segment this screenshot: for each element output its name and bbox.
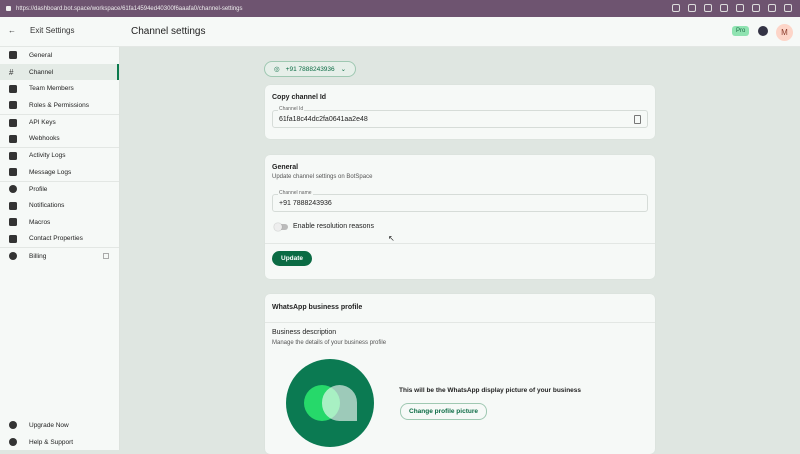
user-icon [9,185,17,194]
change-profile-picture-button[interactable]: Change profile picture [400,403,487,420]
section-subtitle: Manage the details of your business prof… [272,340,387,346]
channel-name-value: +91 7888243936 [279,199,332,207]
list-icon [9,151,17,160]
profile-picture [286,359,374,447]
sidebar-item-channel[interactable]: # Channel [0,63,119,81]
sidebar-item-webhooks[interactable]: Webhooks [0,130,119,147]
sidebar-item-team-members[interactable]: Team Members [0,80,119,97]
top-bar [0,17,800,47]
sidebar-item-general[interactable]: General [0,47,119,64]
card-title: Copy channel Id [272,94,327,101]
dark-mode-toggle-icon[interactable] [758,26,768,36]
channel-select[interactable]: ◎ +91 7888243936 ⌄ [264,61,357,77]
rocket-icon [9,421,17,430]
team-icon [9,84,17,93]
browser-url-bar[interactable]: https://dashboard.bot.space/workspace/61… [0,0,800,17]
sidebar-item-roles[interactable]: Roles & Permissions [0,97,119,114]
section-title: Business description [272,329,337,336]
exit-settings-button[interactable]: ← Exit Settings [8,26,74,35]
card-subtitle: Update channel settings on BotSpace [272,174,373,180]
help-support-link[interactable]: Help & Support [0,434,120,451]
sidebar-item-api-keys[interactable]: API Keys [0,113,119,131]
arrow-left-icon: ← [8,26,16,35]
toggle-label: Enable resolution reasons [293,223,374,230]
sidebar-item-activity-logs[interactable]: Activity Logs [0,147,119,164]
external-link-icon [103,253,109,260]
field-label: Channel Id [278,106,305,112]
page-title: Channel settings [131,26,206,37]
help-icon [9,438,17,447]
sidebar-item-billing[interactable]: Billing [0,247,119,264]
webhook-icon [9,134,17,143]
sidebar: General # Channel Team Members Roles & Pe… [0,47,120,450]
mouse-cursor-icon: ↖ [388,234,395,243]
pro-badge: Pro [732,26,750,36]
log-icon [9,168,17,177]
channel-id-value: 61fa18c44dc2fa0641aa2e48 [279,115,368,123]
url-text: https://dashboard.bot.space/workspace/61… [16,5,243,12]
briefcase-icon [9,51,17,60]
api-icon [9,118,17,127]
field-label: Channel name [278,190,313,196]
card-title: General [272,164,299,171]
dollar-icon [9,252,17,261]
bell-icon [9,201,17,210]
sidebar-item-macros[interactable]: Macros [0,214,119,231]
sidebar-item-contact-properties[interactable]: Contact Properties [0,231,119,248]
lock-icon [9,101,17,110]
channel-id-field[interactable]: Channel Id 61fa18c44dc2fa0641aa2e48 [272,106,648,128]
channel-name-input[interactable]: Channel name +91 7888243936 [272,190,648,212]
card-title: WhatsApp business profile [272,304,363,311]
contact-icon [9,234,17,243]
hash-icon: # [9,68,14,78]
whatsapp-profile-card: WhatsApp business profile Business descr… [265,294,655,454]
chevron-down-icon: ⌄ [340,66,347,73]
general-card: General Update channel settings on BotSp… [265,155,655,279]
lock-icon [6,6,11,11]
avatar[interactable]: M [776,24,793,41]
update-button[interactable]: Update [272,251,313,266]
sidebar-item-profile[interactable]: Profile [0,180,119,198]
sidebar-item-notifications[interactable]: Notifications [0,197,119,214]
bookmark-icon [9,218,17,227]
whatsapp-icon: ◎ [274,66,280,73]
browser-toolbar-icons [672,4,792,12]
copy-channel-id-card: Copy channel Id Channel Id 61fa18c44dc2fa… [265,85,655,139]
sidebar-item-message-logs[interactable]: Message Logs [0,164,119,181]
upgrade-now-link[interactable]: Upgrade Now [0,417,120,434]
picture-description: This will be the WhatsApp display pictur… [399,387,582,394]
resolution-reasons-toggle[interactable] [274,223,288,231]
copy-icon[interactable] [634,115,641,124]
